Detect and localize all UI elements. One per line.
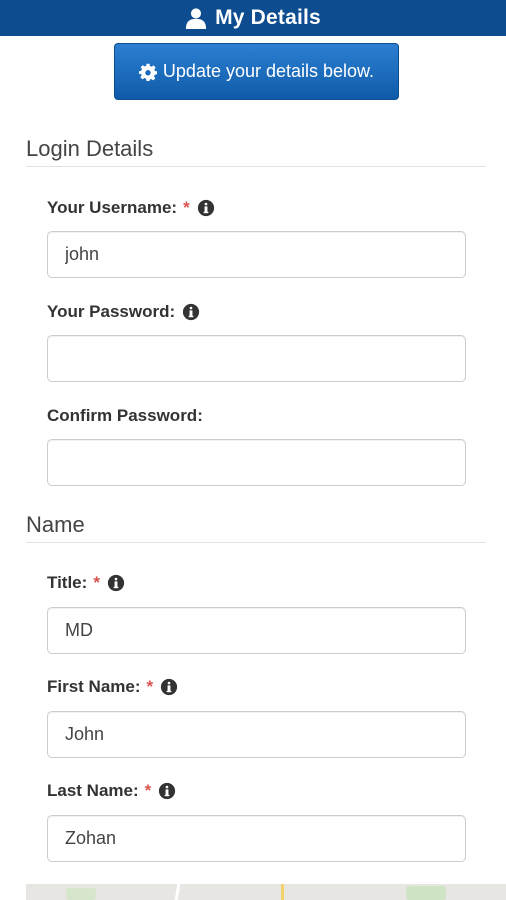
confirm-password-input[interactable]	[47, 439, 466, 486]
username-input[interactable]	[47, 231, 466, 278]
page-title: My Details	[215, 6, 321, 29]
required-marker: *	[183, 198, 190, 217]
section-divider	[26, 542, 486, 543]
update-details-button[interactable]: Update your details below.	[114, 43, 399, 100]
app-header: My Details	[0, 0, 506, 36]
required-marker: *	[146, 677, 154, 696]
last-name-input[interactable]	[47, 815, 466, 862]
password-label: Your Password:	[47, 302, 176, 321]
map-preview[interactable]	[26, 884, 506, 900]
info-icon[interactable]	[107, 574, 125, 592]
info-icon[interactable]	[158, 782, 176, 800]
title-label: Title:	[47, 573, 88, 592]
username-label-row: Your Username: *	[47, 198, 215, 218]
map-park-area	[406, 886, 446, 900]
map-road	[174, 884, 181, 900]
map-park-area	[66, 888, 96, 900]
username-label: Your Username:	[47, 198, 178, 217]
password-input[interactable]	[47, 335, 466, 382]
last-name-label-row: Last Name: *	[47, 781, 176, 801]
first-name-input[interactable]	[47, 711, 466, 758]
info-icon[interactable]	[160, 678, 178, 696]
last-name-label: Last Name:	[47, 781, 139, 800]
map-road	[281, 884, 284, 900]
update-button-label: Update your details below.	[162, 61, 375, 81]
confirm-password-label: Confirm Password:	[47, 406, 203, 425]
info-icon[interactable]	[182, 303, 200, 321]
section-divider	[26, 166, 486, 167]
confirm-password-label-row: Confirm Password:	[47, 406, 203, 426]
user-icon	[185, 8, 207, 29]
required-marker: *	[144, 781, 152, 800]
title-label-row: Title: *	[47, 573, 125, 593]
required-marker: *	[93, 573, 100, 592]
first-name-label-row: First Name: *	[47, 677, 178, 697]
gear-icon	[138, 63, 157, 81]
section-title-login: Login Details	[26, 136, 154, 161]
title-input[interactable]	[47, 607, 466, 654]
first-name-label: First Name:	[47, 677, 141, 696]
password-label-row: Your Password:	[47, 302, 200, 322]
info-icon[interactable]	[197, 199, 215, 217]
section-title-name: Name	[26, 512, 85, 537]
